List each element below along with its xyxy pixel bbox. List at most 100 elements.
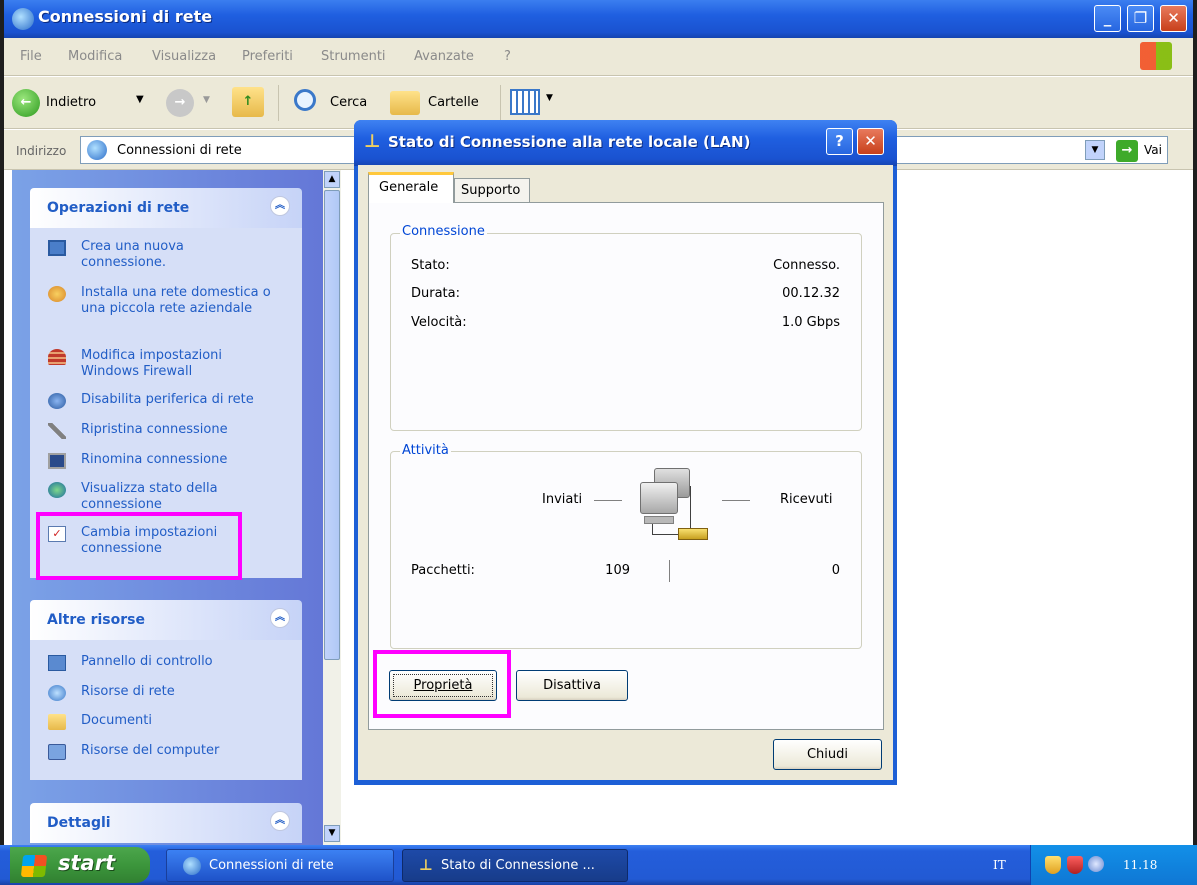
status-label: Stato: xyxy=(411,258,450,273)
received-label: Ricevuti xyxy=(780,492,833,507)
network-tasks-header[interactable]: Operazioni di rete ︽ xyxy=(30,188,302,228)
start-label: start xyxy=(58,851,116,875)
task-disable-device[interactable]: Disabilita periferica di rete xyxy=(48,392,288,409)
task-rename-connection[interactable]: Rinomina connessione xyxy=(48,452,288,469)
menu-modifica[interactable]: Modifica xyxy=(68,49,122,64)
network-places-icon xyxy=(48,685,66,701)
lan-connection-icon: ⊥ xyxy=(419,856,433,874)
window-titlebar[interactable]: Connessioni di rete _ ❐ ✕ xyxy=(4,0,1193,38)
back-arrow-icon: ← xyxy=(12,89,40,117)
details-header[interactable]: Dettagli ︽ xyxy=(30,803,302,843)
packets-received-value: 0 xyxy=(831,563,840,578)
control-panel-icon xyxy=(48,655,66,671)
sent-line xyxy=(594,500,622,501)
task-home-network[interactable]: Installa una rete domestica o una piccol… xyxy=(48,285,288,335)
task-repair-connection[interactable]: Ripristina connessione xyxy=(48,422,288,439)
place-network[interactable]: Risorse di rete xyxy=(48,684,288,701)
activity-group xyxy=(390,451,862,649)
scroll-thumb[interactable] xyxy=(324,190,340,660)
start-button[interactable]: start xyxy=(10,847,150,883)
volume-icon[interactable] xyxy=(1088,856,1104,872)
window-title: Connessioni di rete xyxy=(38,7,213,26)
views-icon xyxy=(510,89,540,115)
taskbar-task-lan-status[interactable]: ⊥ Stato di Connessione ... xyxy=(402,849,628,882)
restore-button[interactable]: ❐ xyxy=(1127,5,1154,32)
folder-up-icon[interactable]: ↑ xyxy=(232,87,264,117)
cable-connector-icon xyxy=(678,528,708,540)
task-pane-scrollbar[interactable]: ▲ ▼ xyxy=(323,170,341,845)
dialog-close-x-button[interactable]: ✕ xyxy=(857,128,884,155)
disable-button[interactable]: Disattiva xyxy=(516,670,628,701)
collapse-icon[interactable]: ︽ xyxy=(270,811,290,831)
packets-label: Pacchetti: xyxy=(411,563,475,578)
taskbar-task-network-connections[interactable]: Connessioni di rete xyxy=(166,849,394,882)
duration-value: 00.12.32 xyxy=(782,286,840,301)
details-title: Dettagli xyxy=(47,815,111,831)
search-button[interactable]: Cerca xyxy=(290,85,374,121)
close-button[interactable]: Chiudi xyxy=(773,739,882,770)
place-my-computer[interactable]: Risorse del computer xyxy=(48,743,288,760)
antivirus-shield-icon[interactable] xyxy=(1067,856,1083,874)
tab-supporto[interactable]: Supporto xyxy=(454,178,530,203)
back-label: Indietro xyxy=(46,95,97,110)
help-button[interactable]: ? xyxy=(826,128,853,155)
back-button[interactable]: ← Indietro ▼ xyxy=(10,85,160,121)
lan-connection-icon: ⊥ xyxy=(364,131,381,152)
go-button[interactable]: → Vai xyxy=(1112,136,1182,164)
scroll-up-button[interactable]: ▲ xyxy=(324,171,340,188)
system-tray: 11.18 xyxy=(1030,845,1197,885)
folders-button[interactable]: Cartelle xyxy=(388,85,488,121)
dialog-title: Stato di Connessione alla rete locale (L… xyxy=(388,133,751,151)
task-firewall[interactable]: Modifica impostazioni Windows Firewall xyxy=(48,348,288,382)
menu-strumenti[interactable]: Strumenti xyxy=(321,49,386,64)
dialog-titlebar[interactable]: ⊥ Stato di Connessione alla rete locale … xyxy=(354,120,897,166)
menu-visualizza[interactable]: Visualizza xyxy=(152,49,216,64)
address-dropdown-icon[interactable]: ▼ xyxy=(1085,140,1105,160)
collapse-icon[interactable]: ︽ xyxy=(270,196,290,216)
rename-icon xyxy=(48,453,66,469)
duration-label: Durata: xyxy=(411,286,461,301)
minimize-button[interactable]: _ xyxy=(1094,5,1121,32)
computer-base xyxy=(644,516,674,524)
menu-file[interactable]: File xyxy=(20,49,42,64)
place-documents[interactable]: Documenti xyxy=(48,713,288,730)
menu-help[interactable]: ? xyxy=(504,49,511,64)
network-connections-icon xyxy=(183,857,201,875)
go-label: Vai xyxy=(1144,143,1162,157)
views-button[interactable]: ▼ xyxy=(510,87,556,117)
search-icon xyxy=(294,89,316,111)
repair-icon xyxy=(48,423,66,439)
received-line xyxy=(722,500,750,501)
windows-flag-icon xyxy=(20,855,48,877)
connection-group-label: Connessione xyxy=(400,224,487,239)
collapse-icon[interactable]: ︽ xyxy=(270,608,290,628)
documents-icon xyxy=(48,714,66,730)
cable-line xyxy=(652,524,653,534)
clock[interactable]: 11.18 xyxy=(1123,858,1157,872)
windows-logo-icon xyxy=(1140,42,1172,70)
cable-line xyxy=(690,486,691,534)
network-tasks-title: Operazioni di rete xyxy=(47,200,190,216)
language-indicator[interactable]: IT xyxy=(993,858,1006,872)
speed-label: Velocità: xyxy=(411,315,467,330)
menu-avanzate[interactable]: Avanzate xyxy=(414,49,474,64)
packets-sent-value: 109 xyxy=(605,563,630,578)
other-places-header[interactable]: Altre risorse ︽ xyxy=(30,600,302,640)
folders-label: Cartelle xyxy=(428,95,479,110)
forward-dropdown-icon[interactable]: ▼ xyxy=(203,95,210,105)
speed-value: 1.0 Gbps xyxy=(781,315,840,330)
task-create-connection[interactable]: Crea una nuova connessione. xyxy=(48,239,288,273)
menu-preferiti[interactable]: Preferiti xyxy=(242,49,293,64)
my-computer-icon xyxy=(48,744,66,760)
tab-generale[interactable]: Generale xyxy=(368,172,454,203)
forward-arrow-icon[interactable]: → xyxy=(166,89,194,117)
new-connection-icon xyxy=(48,240,66,256)
task-view-status[interactable]: Visualizza stato della connessione xyxy=(48,481,288,515)
go-arrow-icon: → xyxy=(1116,140,1138,162)
place-control-panel[interactable]: Pannello di controllo xyxy=(48,654,288,671)
scroll-down-button[interactable]: ▼ xyxy=(324,825,340,842)
close-button[interactable]: ✕ xyxy=(1160,5,1187,32)
firewall-icon xyxy=(48,349,66,365)
activity-group-label: Attività xyxy=(400,443,451,458)
security-shield-icon[interactable] xyxy=(1045,856,1061,874)
